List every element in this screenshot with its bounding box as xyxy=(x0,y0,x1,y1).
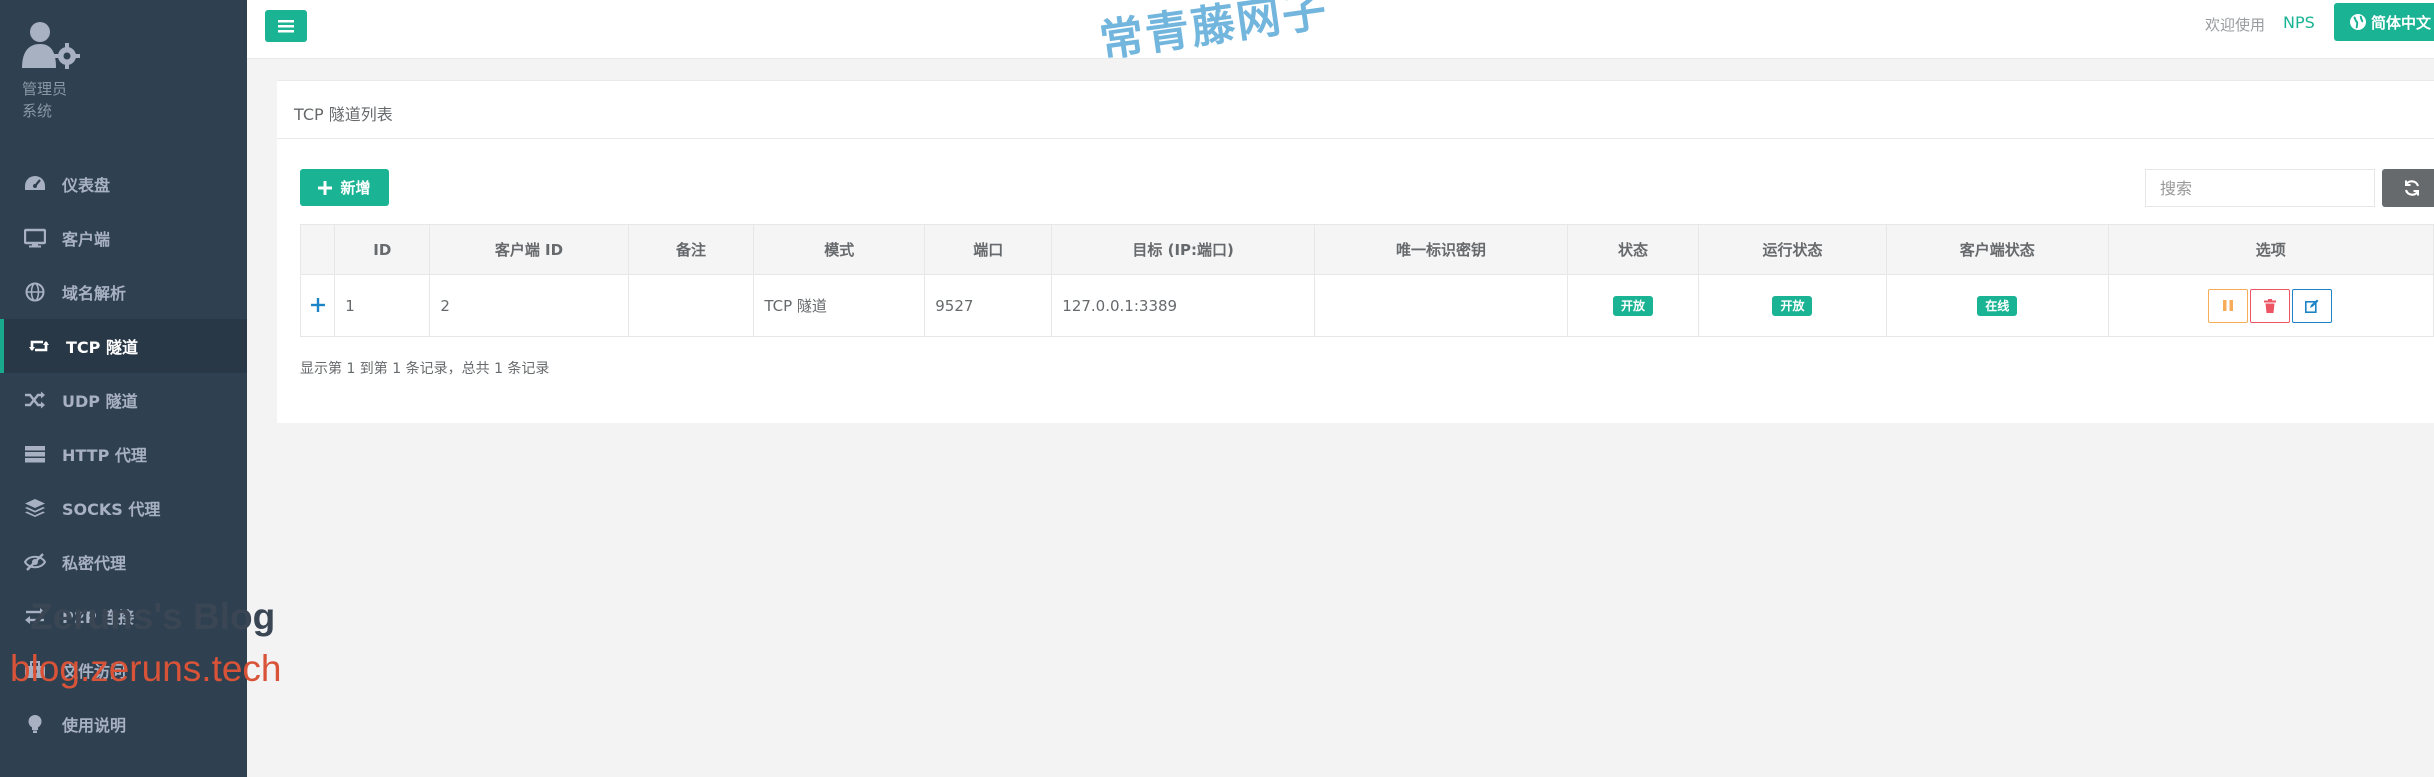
client-status-badge: 在线 xyxy=(1977,295,2018,316)
cell-remark xyxy=(627,274,755,337)
column-header[interactable]: 客户端状态 xyxy=(1885,224,2109,275)
sidebar-item-label: TCP 隧道 xyxy=(66,338,138,357)
status-badge: 开放 xyxy=(1612,295,1653,316)
refresh-button[interactable] xyxy=(2382,169,2434,207)
sidebar-item-socks[interactable]: SOCKS 代理 xyxy=(0,481,247,535)
row-actions xyxy=(2109,288,2433,323)
sidebar-item-secret[interactable]: 私密代理 xyxy=(0,535,247,589)
top-navbar: 欢迎使用 NPS 简体中文 xyxy=(247,0,2434,59)
lightbulb-icon xyxy=(22,714,48,734)
sidebar-item-label: 仪表盘 xyxy=(62,176,111,195)
cell-key xyxy=(1314,274,1568,337)
cell-id: 1 xyxy=(334,274,431,337)
watermark-blog: Zeruns's Blog xyxy=(30,596,276,637)
sidebar-item-udp[interactable]: UDP 隧道 xyxy=(0,373,247,427)
cell-client-id: 2 xyxy=(429,274,629,337)
desktop-icon xyxy=(22,228,48,248)
dashboard-icon xyxy=(22,174,48,194)
sidebar-item-tcp[interactable]: TCP 隧道 xyxy=(0,319,247,373)
sidebar-item-domains[interactable]: 域名解析 xyxy=(0,265,247,319)
sidebar-item-http[interactable]: HTTP 代理 xyxy=(0,427,247,481)
column-header[interactable]: 客户端 ID xyxy=(429,224,629,275)
sidebar-item-dashboard[interactable]: 仪表盘 xyxy=(0,157,247,211)
column-header[interactable]: 备注 xyxy=(627,224,755,275)
sidebar-item-label: 客户端 xyxy=(62,230,111,249)
cell-run-status: 开放 xyxy=(1698,274,1887,337)
column-header[interactable]: ID xyxy=(334,224,431,275)
run-status-badge: 开放 xyxy=(1772,295,1813,316)
sidebar-item-help[interactable]: 使用说明 xyxy=(0,697,247,751)
panel-header: TCP 隧道列表 xyxy=(277,81,2434,139)
profile-role: 系统 xyxy=(22,102,53,120)
tunnel-table: ID 客户端 ID 备注 模式 端口 目标 (IP:端口) 唯一标识密钥 状态 … xyxy=(299,224,2434,337)
plus-icon xyxy=(310,298,325,312)
cell-mode: TCP 隧道 xyxy=(753,274,926,337)
sidebar-item-label: 域名解析 xyxy=(62,284,127,303)
add-button-label: 新增 xyxy=(340,179,371,197)
column-header[interactable]: 目标 (IP:端口) xyxy=(1051,224,1316,275)
sidebar-item-clients[interactable]: 客户端 xyxy=(0,211,247,265)
column-header[interactable]: 端口 xyxy=(924,224,1053,275)
menu-toggle-button[interactable] xyxy=(265,10,307,42)
panel-title: TCP 隧道列表 xyxy=(294,105,393,124)
search-input[interactable] xyxy=(2145,169,2375,207)
edit-button[interactable] xyxy=(2291,288,2332,323)
nps-link[interactable]: NPS xyxy=(2283,13,2315,32)
refresh-icon xyxy=(2404,180,2420,196)
table-row: 1 2 TCP 隧道 9527 127.0.0.1:3389 开放 开放 在线 xyxy=(299,274,2434,337)
user-gear-icon[interactable] xyxy=(22,20,82,72)
welcome-text: 欢迎使用 xyxy=(2205,16,2266,34)
bars-icon xyxy=(278,20,294,33)
globe-icon xyxy=(2350,14,2366,30)
column-header[interactable]: 选项 xyxy=(2107,224,2434,275)
pagination-info: 显示第 1 到第 1 条记录，总共 1 条记录 xyxy=(300,361,550,377)
sidebar-item-label: 私密代理 xyxy=(62,554,127,573)
edit-icon xyxy=(2304,299,2319,313)
cell-port: 9527 xyxy=(924,274,1053,337)
eye-slash-icon xyxy=(22,552,48,572)
column-header[interactable]: 运行状态 xyxy=(1698,224,1887,275)
cell-client-status: 在线 xyxy=(1885,274,2109,337)
pause-icon xyxy=(2222,300,2233,311)
column-header[interactable]: 唯一标识密钥 xyxy=(1314,224,1568,275)
globe-icon xyxy=(22,282,48,302)
trash-icon xyxy=(2263,298,2276,313)
server-icon xyxy=(22,444,48,464)
sidebar-item-label: SOCKS 代理 xyxy=(62,500,161,519)
expand-header xyxy=(299,224,336,275)
cell-options xyxy=(2107,274,2434,337)
language-button[interactable]: 简体中文 xyxy=(2334,3,2434,41)
plus-icon xyxy=(318,180,333,195)
column-header[interactable]: 模式 xyxy=(753,224,926,275)
sidebar-item-label: 使用说明 xyxy=(62,716,127,735)
watermark-url: blog.zeruns.tech xyxy=(10,648,282,689)
column-header[interactable]: 状态 xyxy=(1566,224,1700,275)
tcp-tunnel-panel: TCP 隧道列表 新增 ID 客户端 ID 备注 模式 端口 目标 (IP:端口… xyxy=(277,80,2434,423)
sidebar-item-label: UDP 隧道 xyxy=(62,392,138,411)
expand-row-button[interactable] xyxy=(299,274,336,337)
table-header-row: ID 客户端 ID 备注 模式 端口 目标 (IP:端口) 唯一标识密钥 状态 … xyxy=(299,224,2434,275)
delete-button[interactable] xyxy=(2249,288,2290,323)
cell-status: 开放 xyxy=(1566,274,1700,337)
layers-icon xyxy=(22,498,48,518)
retweet-icon xyxy=(26,336,52,356)
cell-target: 127.0.0.1:3389 xyxy=(1051,274,1316,337)
random-icon xyxy=(22,390,48,410)
language-label: 简体中文 xyxy=(2371,13,2432,32)
pause-button[interactable] xyxy=(2207,288,2248,323)
profile-name: 管理员 xyxy=(22,80,68,98)
add-button[interactable]: 新增 xyxy=(300,169,389,206)
sidebar-item-label: HTTP 代理 xyxy=(62,446,147,465)
